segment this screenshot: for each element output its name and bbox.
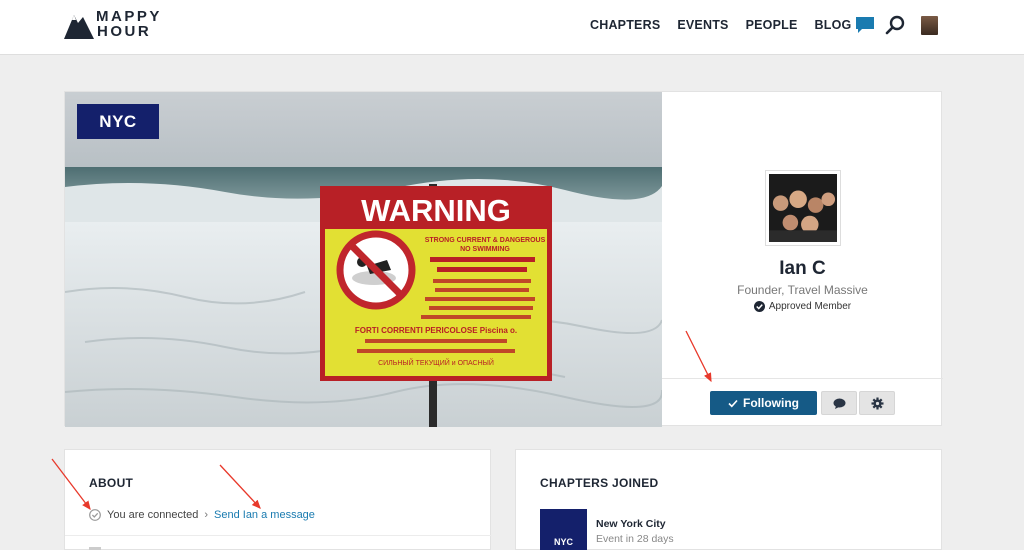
following-button[interactable]: Following <box>710 391 817 415</box>
nav-blog[interactable]: BLOG <box>815 18 852 32</box>
chapter-event-info: Event in 28 days <box>596 533 674 545</box>
logo-text: MAPPY HOUR <box>96 9 162 39</box>
profile-photo-frame <box>765 170 841 246</box>
nav-people[interactable]: PEOPLE <box>746 18 798 32</box>
top-navigation-bar: MAPPY HOUR CHAPTERS EVENTS PEOPLE BLOG <box>0 0 1024 55</box>
approved-member-label: Approved Member <box>768 301 852 312</box>
nav-chapters[interactable]: CHAPTERS <box>590 18 660 32</box>
gear-icon <box>871 397 883 409</box>
profile-photo <box>769 174 837 242</box>
sign-text-1: STRONG CURRENT & DANGEROUS <box>425 237 546 244</box>
connected-check-icon <box>89 509 101 521</box>
chapters-joined-card: CHAPTERS JOINED NYC New York City Event … <box>515 449 942 550</box>
beach-warning-sign-image: WARNING STRONG CURRENT & DANGEROUS NO SW… <box>65 92 662 427</box>
logo-line-1: MAPPY <box>96 8 162 25</box>
approved-member-badge: Approved Member <box>662 301 943 312</box>
about-card: ABOUT You are connected › Send Ian a mes… <box>64 449 492 550</box>
profile-divider <box>662 378 943 379</box>
sign-text-4: СИЛЬНЫЙ ТЕКУЩИЙ и ОПАСНЫЙ <box>378 358 494 367</box>
chat-icon[interactable] <box>855 16 875 34</box>
chapter-thumbnail[interactable]: NYC <box>540 509 587 550</box>
profile-card: Ian C Founder, Travel Massive Approved M… <box>662 92 943 427</box>
mappy-hour-logo[interactable]: MAPPY HOUR <box>64 9 162 39</box>
header-icons <box>855 15 938 35</box>
speech-bubble-icon <box>833 398 845 409</box>
sign-title: WARNING <box>361 193 511 228</box>
chapters-heading: CHAPTERS JOINED <box>540 476 659 490</box>
search-icon[interactable] <box>885 15 905 35</box>
nav-events[interactable]: EVENTS <box>677 18 728 32</box>
logo-line-2: HOUR <box>97 23 152 40</box>
sign-text-2: NO SWIMMING <box>460 246 510 253</box>
sign-text-3: FORTI CORRENTI PERICOLOSE Piscina o. <box>355 326 517 335</box>
chapter-tag[interactable]: NYC <box>77 104 159 139</box>
send-message-link[interactable]: Send Ian a message <box>214 509 315 521</box>
user-avatar[interactable] <box>921 15 938 35</box>
main-nav: CHAPTERS EVENTS PEOPLE BLOG <box>590 18 868 32</box>
about-divider <box>65 535 492 536</box>
verified-check-icon <box>753 301 765 312</box>
profile-name: Ian C <box>779 258 826 279</box>
connection-status: You are connected › Send Ian a message <box>89 509 315 521</box>
profile-hero: WARNING STRONG CURRENT & DANGEROUS NO SW… <box>64 91 943 427</box>
profile-title: Founder, Travel Massive <box>737 283 868 297</box>
connected-text: You are connected <box>107 509 199 521</box>
message-button[interactable] <box>821 391 857 415</box>
separator-chevron: › <box>204 509 209 521</box>
settings-button[interactable] <box>859 391 895 415</box>
chapter-name[interactable]: New York City <box>596 518 666 530</box>
checkmark-icon <box>728 399 738 407</box>
following-label: Following <box>743 396 799 410</box>
about-heading: ABOUT <box>89 476 134 490</box>
cover-photo: WARNING STRONG CURRENT & DANGEROUS NO SW… <box>65 92 662 427</box>
mountain-logo-icon <box>64 15 94 39</box>
